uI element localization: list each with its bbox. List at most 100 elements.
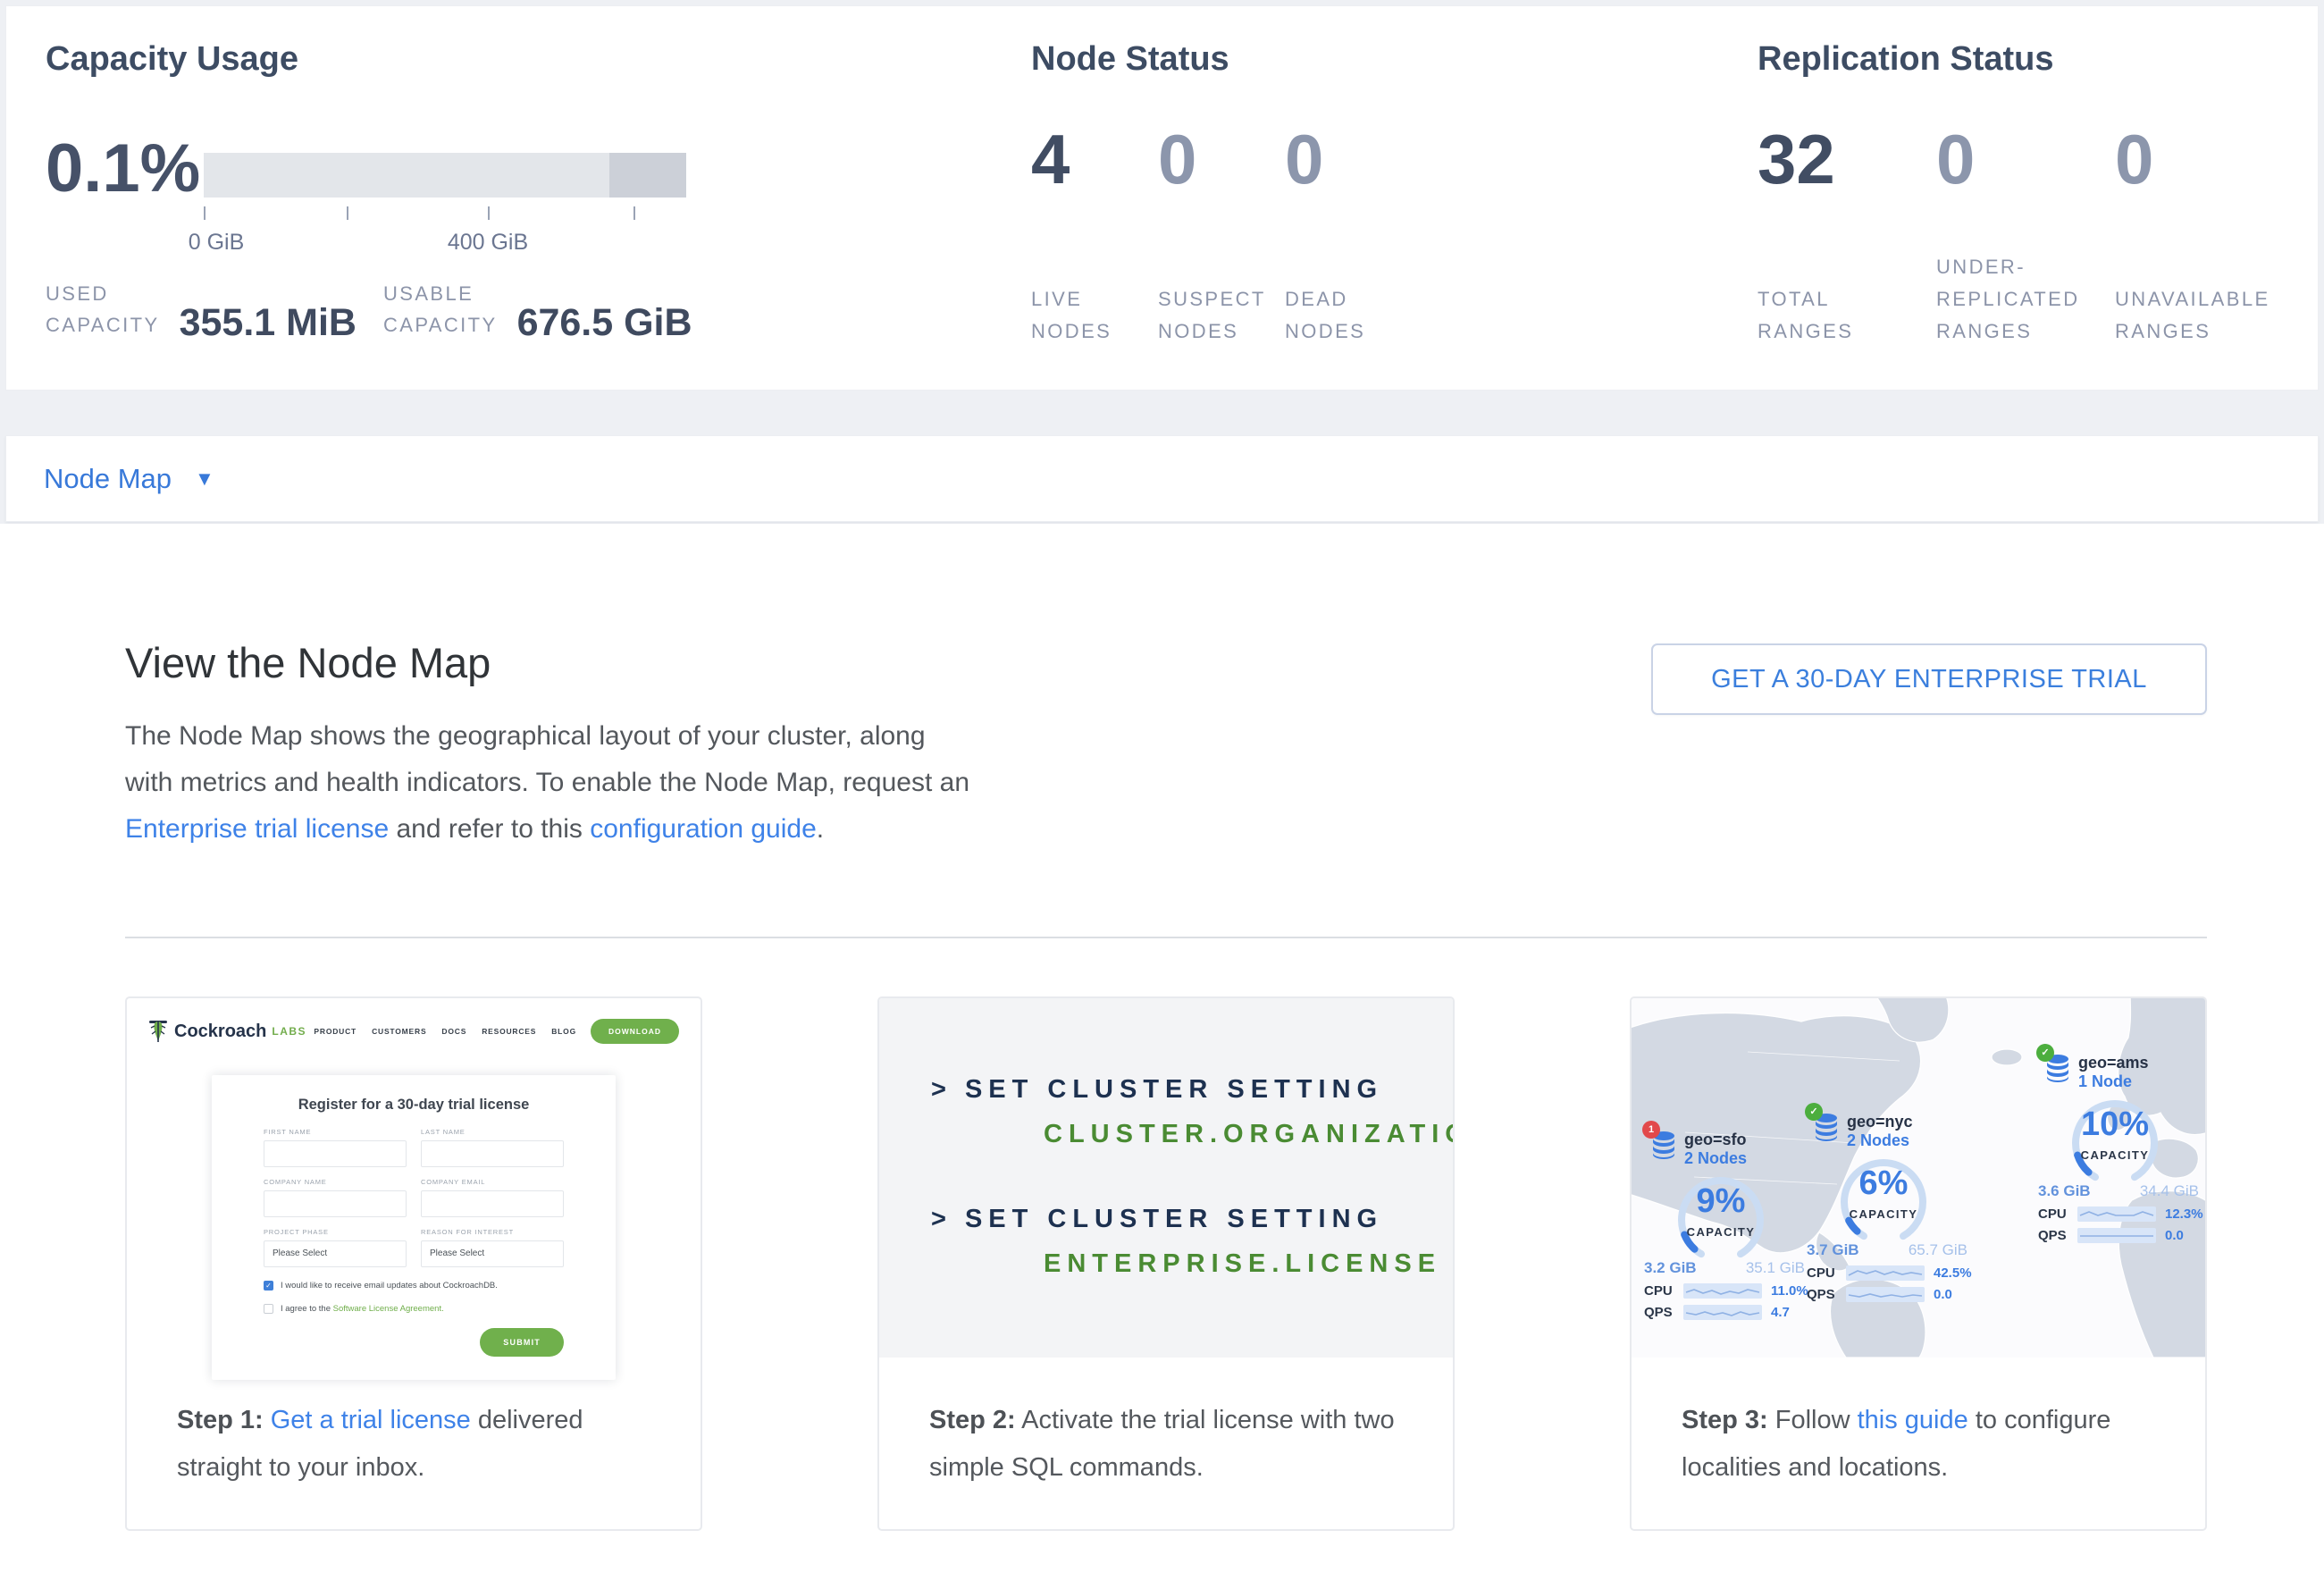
capacity-label: CAPACITY	[2038, 1148, 2192, 1162]
replication-status-labels: TOTAL RANGES UNDER- REPLICATED RANGES UN…	[1758, 249, 2294, 348]
locality-node-count: 2 Nodes	[1847, 1131, 1913, 1150]
node-status-values: 4 0 0	[1031, 119, 1412, 199]
enterprise-trial-license-link[interactable]: Enterprise trial license	[125, 814, 389, 844]
qps-sparkline	[1683, 1305, 1762, 1320]
first-name-field: FIRST NAME	[264, 1128, 407, 1167]
capacity-total: 34.4 GiB	[2140, 1182, 2199, 1200]
total-ranges-value: 32	[1758, 119, 1936, 199]
used-capacity-label-line1: USED	[46, 278, 160, 309]
capacity-gauge-ams: 10% CAPACITY	[2038, 1091, 2192, 1184]
locality-name: geo=ams	[2078, 1054, 2149, 1072]
cpu-label: CPU	[2038, 1206, 2077, 1222]
company-name-input	[264, 1190, 407, 1217]
capacity-used: 3.2 GiB	[1644, 1259, 1697, 1277]
brand-name: Cockroach	[174, 1022, 266, 1042]
suspect-nodes-value: 0	[1158, 119, 1285, 199]
step3-caption-bold: Step 3:	[1682, 1406, 1768, 1434]
capacity-axis-tick	[488, 206, 490, 220]
error-badge-icon: 1	[1642, 1121, 1660, 1139]
step3-card: 1 geo=sfo 2 Nodes	[1630, 996, 2207, 1531]
capacity-axis-tick	[633, 206, 635, 220]
capacity-gauge-nyc: 6% CAPACITY	[1807, 1150, 1960, 1243]
intro-text-1: The Node Map shows the geographical layo…	[125, 721, 969, 797]
under-replicated-label-line1: REPLICATED	[1936, 283, 2099, 315]
cpu-value: 42.5%	[1934, 1265, 1972, 1281]
qps-value: 0.0	[2165, 1228, 2184, 1243]
nav-item-customers: CUSTOMERS	[372, 1027, 426, 1036]
cpu-label: CPU	[1807, 1265, 1846, 1281]
capacity-percent: 9%	[1644, 1182, 1798, 1221]
company-email-label: COMPANY EMAIL	[421, 1178, 564, 1186]
sql-command-1: > SET CLUSTER SETTING CLUSTER.ORGANIZATIO…	[931, 1075, 1453, 1149]
suspect-nodes-label-line2: NODES	[1158, 315, 1285, 348]
cluster-nyc-header: ✓ geo=nyc 2 Nodes	[1807, 1113, 1973, 1150]
chevron-down-icon: ▼	[195, 467, 214, 491]
replication-status-values: 32 0 0	[1758, 119, 2294, 199]
usable-capacity-metric: USABLE CAPACITY 676.5 GiB	[383, 278, 692, 340]
sql-command-1-keyword: SET CLUSTER SETTING	[965, 1075, 1383, 1104]
checkbox-checked-icon: ✓	[264, 1281, 273, 1291]
company-name-label: COMPANY NAME	[264, 1178, 407, 1186]
nav-item-blog: BLOG	[551, 1027, 576, 1036]
dead-nodes-value: 0	[1285, 119, 1412, 199]
sql-command-2-line1: >SET CLUSTER SETTING	[931, 1205, 1453, 1234]
nodemap-dropdown-label: Node Map	[44, 463, 172, 495]
capacity-percent: 10%	[2038, 1106, 2192, 1144]
capacity-bar-available-segment	[204, 153, 609, 198]
capacity-gauge-sfo: 9% CAPACITY	[1644, 1168, 1798, 1261]
usable-capacity-label: USABLE CAPACITY	[383, 278, 498, 340]
sql-prompt: >	[931, 1075, 952, 1104]
get-enterprise-trial-button[interactable]: GET A 30-DAY ENTERPRISE TRIAL	[1651, 643, 2207, 715]
mini-site-nav: PRODUCT CUSTOMERS DOCS RESOURCES BLOG	[314, 1027, 576, 1036]
cpu-row-ams: CPU 12.3%	[2038, 1206, 2204, 1222]
usable-capacity-value: 676.5 GiB	[517, 305, 692, 340]
under-replicated-label-line0: UNDER-	[1936, 251, 2099, 283]
unavailable-ranges-label-line1: UNAVAILABLE	[2115, 283, 2278, 315]
cockroach-labs-logo: Cockroach LABS	[148, 1019, 306, 1044]
cluster-sfo-names: geo=sfo 2 Nodes	[1684, 1131, 1747, 1168]
sql-command-1-arg: CLUSTER.ORGANIZATION =	[1044, 1120, 1453, 1149]
license-agreement-checkbox-row: I agree to the Software License Agreemen…	[264, 1304, 564, 1314]
sql-prompt: >	[931, 1205, 952, 1233]
capacity-used: 3.6 GiB	[2038, 1182, 2091, 1200]
capacity-label: CAPACITY	[1644, 1225, 1798, 1239]
qps-label: QPS	[1807, 1287, 1846, 1302]
last-name-input	[421, 1140, 564, 1167]
locality-node-count: 1 Node	[2078, 1072, 2149, 1091]
project-phase-field: PROJECT PHASE Please Select	[264, 1228, 407, 1267]
license-agreement-checkbox-label: I agree to the Software License Agreemen…	[281, 1304, 444, 1314]
last-name-label: LAST NAME	[421, 1128, 564, 1136]
page-title: View the Node Map	[125, 638, 491, 687]
nodemap-dropdown-bar: Node Map ▼	[5, 435, 2319, 522]
total-ranges-label: TOTAL RANGES	[1758, 249, 1936, 348]
reason-for-interest-field: REASON FOR INTEREST Please Select	[421, 1228, 564, 1267]
intro-paragraph: The Node Map shows the geographical layo…	[125, 713, 974, 853]
first-name-input	[264, 1140, 407, 1167]
get-trial-license-link[interactable]: Get a trial license	[271, 1406, 471, 1434]
cpu-value: 11.0%	[1771, 1283, 1808, 1299]
used-capacity-label: USED CAPACITY	[46, 278, 160, 340]
step1-caption: Step 1: Get a trial license delivered st…	[177, 1397, 668, 1492]
intro-text-2: and refer to this	[389, 814, 590, 844]
this-guide-link[interactable]: this guide	[1858, 1406, 1968, 1434]
node-status-title: Node Status	[1031, 40, 1229, 79]
qps-value: 0.0	[1934, 1287, 1952, 1302]
nav-item-docs: DOCS	[441, 1027, 466, 1036]
sql-command-2: >SET CLUSTER SETTING ENTERPRISE.LICENSE …	[931, 1205, 1453, 1279]
capacity-gauge: 0.1% 0 GiB 400 GiB	[46, 130, 200, 208]
under-replicated-label-line2: RANGES	[1936, 315, 2099, 348]
cluster-ams-header: ✓ geo=ams 1 Node	[2038, 1054, 2204, 1091]
suspect-nodes-label-line1: SUSPECT	[1158, 283, 1285, 315]
configuration-guide-link[interactable]: configuration guide	[590, 814, 817, 844]
live-nodes-label-line1: LIVE	[1031, 283, 1158, 315]
capacity-total: 35.1 GiB	[1746, 1259, 1805, 1277]
sql-command-1-line1: > SET CLUSTER SETTING	[931, 1075, 1453, 1105]
capacity-axis-tick	[204, 206, 206, 220]
qps-row-ams: QPS 0.0	[2038, 1228, 2204, 1243]
capacity-bar: 0 GiB 400 GiB	[204, 153, 686, 198]
unavailable-ranges-label-line2: RANGES	[2115, 315, 2278, 348]
company-email-input	[421, 1190, 564, 1217]
nodemap-dropdown[interactable]: Node Map ▼	[44, 463, 214, 495]
brand-suffix: LABS	[272, 1025, 306, 1038]
cpu-sparkline	[2077, 1206, 2156, 1222]
